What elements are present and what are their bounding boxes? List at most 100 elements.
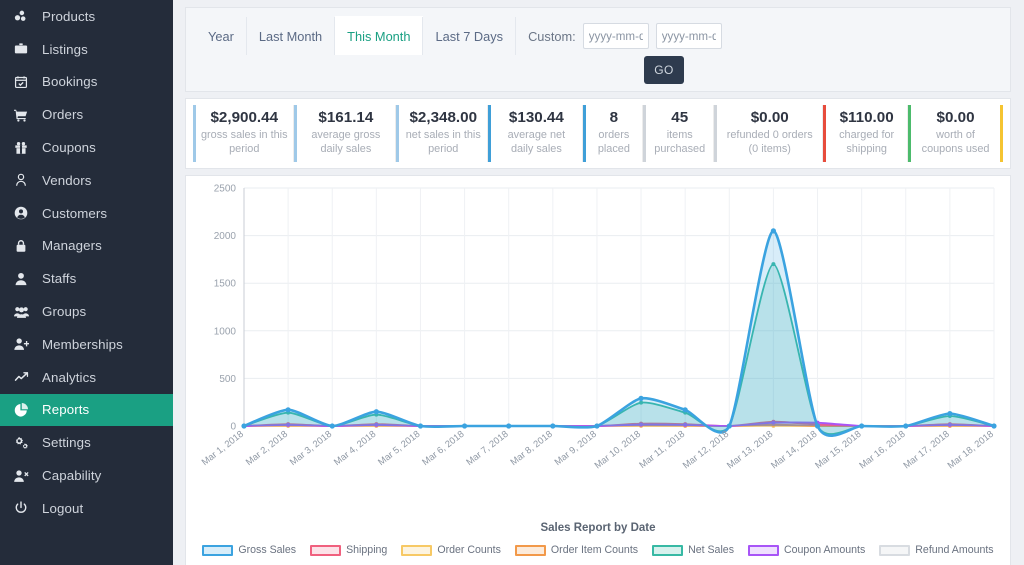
sidebar-item-label: Settings [42, 435, 91, 451]
chart-title: Sales Report by Date [540, 522, 656, 534]
legend-label: Shipping [346, 544, 388, 556]
stats-row: $2,900.44 gross sales in this period $161.… [193, 105, 1003, 162]
legend-swatch [202, 544, 234, 556]
products-icon [14, 9, 36, 23]
svg-text:2000: 2000 [214, 231, 237, 242]
tab-year[interactable]: Year [196, 17, 247, 55]
stat-value: $0.00 [750, 109, 789, 126]
svg-text:Mar 3, 2018: Mar 3, 2018 [287, 428, 333, 467]
stat-card: $130.44 average net daily sales [488, 105, 583, 162]
stat-value: 8 [609, 109, 619, 126]
cart-icon [14, 108, 36, 122]
legend-swatch [652, 544, 684, 556]
svg-text:1000: 1000 [214, 326, 237, 337]
sidebar-item-coupons[interactable]: Coupons [0, 131, 173, 164]
stat-value: $0.00 [936, 109, 975, 126]
sidebar-item-logout[interactable]: Logout [0, 492, 173, 525]
sidebar-item-label: Groups [42, 304, 87, 320]
sidebar-item-orders[interactable]: Orders [0, 98, 173, 131]
stat-card: $110.00 charged for shipping [823, 105, 909, 162]
pie-chart-icon [14, 402, 36, 417]
legend-swatch [879, 544, 911, 556]
sidebar-item-listings[interactable]: Listings [0, 33, 173, 66]
svg-text:Mar 8, 2018: Mar 8, 2018 [508, 428, 554, 467]
sidebar-item-label: Listings [42, 41, 88, 57]
legend-label: Gross Sales [238, 544, 297, 556]
gift-icon [14, 141, 36, 155]
go-button[interactable]: GO [644, 56, 684, 84]
main-content: Year Last Month This Month Last 7 Days Custo… [173, 0, 1024, 565]
legend-item[interactable]: Order Counts [401, 544, 501, 556]
chart-series [241, 228, 997, 438]
stat-card: 8 orders placed [582, 105, 644, 162]
user-outline-icon [14, 173, 36, 187]
gears-icon [14, 436, 36, 450]
power-icon [14, 501, 36, 515]
sidebar-item-reports[interactable]: Reports [0, 393, 173, 427]
sales-chart-panel: 0 500 1000 1500 2000 2500 Mar 1, 2018 Mar 2, 20… [185, 175, 1011, 565]
sidebar: Products Listings Bookings Orders Coupons Ven… [0, 0, 173, 565]
stat-card: 45 items purchased [643, 105, 715, 162]
stat-caption: average net daily sales [507, 129, 566, 155]
tab-this-month[interactable]: This Month [335, 17, 424, 55]
svg-text:Mar 10, 2018: Mar 10, 2018 [592, 428, 642, 471]
legend-label: Coupon Amounts [784, 544, 866, 556]
user-times-icon [14, 469, 36, 483]
chart-legend: Gross Sales Shipping Order Counts Order Ite… [186, 544, 1010, 556]
svg-text:Mar 14, 2018: Mar 14, 2018 [768, 428, 818, 471]
sidebar-item-memberships[interactable]: Memberships [0, 328, 173, 361]
sidebar-item-label: Bookings [42, 74, 98, 90]
legend-item[interactable]: Coupon Amounts [748, 544, 865, 556]
sidebar-item-capability[interactable]: Capability [0, 459, 173, 492]
sidebar-item-label: Products [42, 8, 96, 24]
sidebar-item-customers[interactable]: Customers [0, 197, 173, 230]
date-from-input[interactable] [582, 23, 649, 49]
stat-value: $161.14 [318, 109, 374, 126]
svg-text:Mar 1, 2018: Mar 1, 2018 [199, 428, 245, 467]
user-icon [14, 272, 36, 286]
tab-last-7-days[interactable]: Last 7 Days [423, 17, 517, 55]
sidebar-item-settings[interactable]: Settings [0, 426, 173, 459]
stat-caption: average gross daily sales [311, 129, 381, 155]
stat-caption: net sales in this period [405, 129, 481, 155]
chart-line-icon [14, 370, 36, 384]
svg-text:Mar 7, 2018: Mar 7, 2018 [464, 428, 510, 467]
user-circle-icon [14, 206, 36, 220]
legend-item[interactable]: Refund Amounts [879, 544, 994, 556]
stat-caption: orders placed [597, 129, 630, 155]
sidebar-item-label: Reports [42, 402, 90, 418]
sidebar-item-groups[interactable]: Groups [0, 295, 173, 328]
sidebar-item-products[interactable]: Products [0, 0, 173, 33]
legend-swatch [310, 544, 342, 556]
legend-label: Order Item Counts [550, 544, 639, 556]
stat-value: $130.44 [508, 109, 564, 126]
sidebar-item-staffs[interactable]: Staffs [0, 262, 173, 295]
period-tabs: Year Last Month This Month Last 7 Days Custo… [196, 17, 1010, 55]
tab-last-month[interactable]: Last Month [247, 17, 336, 55]
stat-value: $2,900.44 [210, 109, 279, 126]
sidebar-item-label: Coupons [42, 140, 96, 156]
stats-panel: $2,900.44 gross sales in this period $161.… [185, 98, 1011, 169]
stat-caption: items purchased [654, 129, 706, 155]
stat-value: $110.00 [839, 109, 894, 126]
legend-item[interactable]: Gross Sales [202, 544, 296, 556]
sidebar-item-label: Orders [42, 107, 84, 123]
legend-label: Order Counts [437, 544, 501, 556]
sidebar-item-vendors[interactable]: Vendors [0, 164, 173, 197]
svg-text:Mar 5, 2018: Mar 5, 2018 [376, 428, 422, 467]
sidebar-item-managers[interactable]: Managers [0, 230, 173, 263]
sidebar-item-analytics[interactable]: Analytics [0, 361, 173, 394]
legend-item[interactable]: Order Item Counts [514, 544, 639, 556]
stat-value: 45 [671, 109, 689, 126]
date-to-input[interactable] [655, 23, 722, 49]
sidebar-item-label: Vendors [42, 172, 92, 188]
stat-caption: worth of coupons used [921, 129, 990, 155]
sidebar-item-label: Memberships [42, 336, 123, 352]
svg-text:Mar 6, 2018: Mar 6, 2018 [420, 428, 466, 467]
legend-item[interactable]: Net Sales [652, 544, 734, 556]
legend-item[interactable]: Shipping [310, 544, 387, 556]
stat-card: $0.00 worth of coupons used [908, 105, 1003, 162]
sidebar-item-label: Analytics [42, 369, 97, 385]
user-plus-icon [14, 337, 36, 351]
sidebar-item-bookings[interactable]: Bookings [0, 66, 173, 99]
